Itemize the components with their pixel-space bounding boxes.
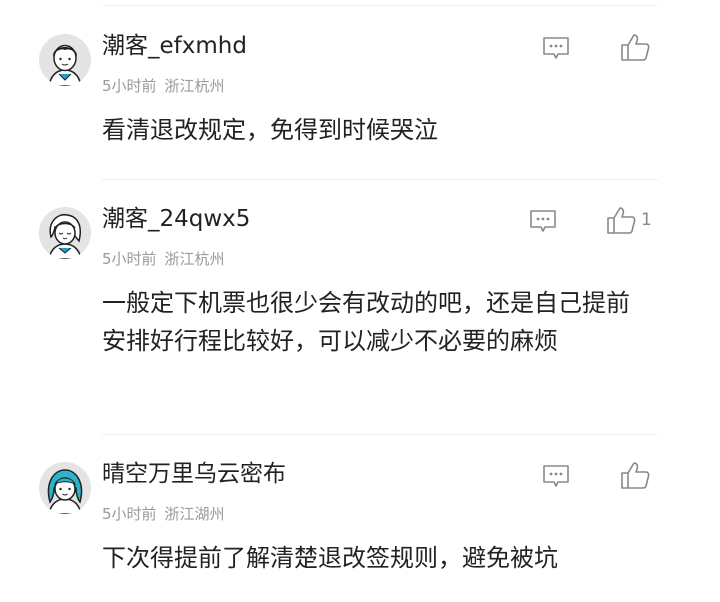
reply-button[interactable] bbox=[541, 463, 571, 489]
comment-location: 浙江杭州 bbox=[164, 250, 225, 268]
avatar[interactable] bbox=[39, 462, 91, 514]
username[interactable]: 晴空万里乌云密布 bbox=[102, 459, 286, 489]
reply-button[interactable] bbox=[541, 35, 571, 61]
avatar[interactable] bbox=[39, 34, 91, 86]
comment-time: 5小时前 bbox=[102, 505, 157, 523]
reply-button[interactable] bbox=[528, 208, 558, 234]
comment-reply-icon bbox=[530, 210, 556, 232]
comment-time: 5小时前 bbox=[102, 250, 157, 268]
comment-location: 浙江湖州 bbox=[164, 505, 225, 523]
username[interactable]: 潮客_efxmhd bbox=[102, 31, 247, 61]
avatar[interactable] bbox=[39, 207, 91, 259]
male-user-avatar-icon bbox=[39, 34, 91, 86]
comment-location: 浙江杭州 bbox=[164, 77, 225, 95]
thumbs-up-icon bbox=[621, 462, 650, 489]
comment-meta: 5小时前 浙江杭州 bbox=[102, 76, 225, 96]
comment-text: 看清退改规定，免得到时候哭泣 bbox=[102, 116, 438, 144]
comment-reply-icon bbox=[543, 37, 569, 59]
female-user-avatar-icon bbox=[39, 207, 91, 259]
teal-haired-user-avatar-icon bbox=[39, 462, 91, 514]
like-button[interactable] bbox=[619, 31, 655, 63]
thumbs-up-icon bbox=[607, 207, 636, 234]
comment-text: 一般定下机票也很少会有改动的吧，还是自己提前安排好行程比较好，可以减少不必要的麻… bbox=[102, 289, 630, 355]
comment-divider bbox=[102, 434, 658, 435]
top-divider bbox=[102, 5, 658, 6]
username[interactable]: 潮客_24qwx5 bbox=[102, 204, 250, 234]
like-count: 1 bbox=[641, 210, 652, 230]
comment-reply-icon bbox=[543, 465, 569, 487]
comment-time: 5小时前 bbox=[102, 77, 157, 95]
thumbs-up-icon bbox=[621, 34, 650, 61]
comment-meta: 5小时前 浙江湖州 bbox=[102, 504, 225, 524]
comment-divider bbox=[102, 179, 658, 180]
comment-text: 下次得提前了解清楚退改签规则，避免被坑 bbox=[102, 544, 558, 572]
like-button[interactable]: 1 bbox=[605, 204, 652, 236]
comment-meta: 5小时前 浙江杭州 bbox=[102, 249, 225, 269]
like-button[interactable] bbox=[619, 459, 655, 491]
